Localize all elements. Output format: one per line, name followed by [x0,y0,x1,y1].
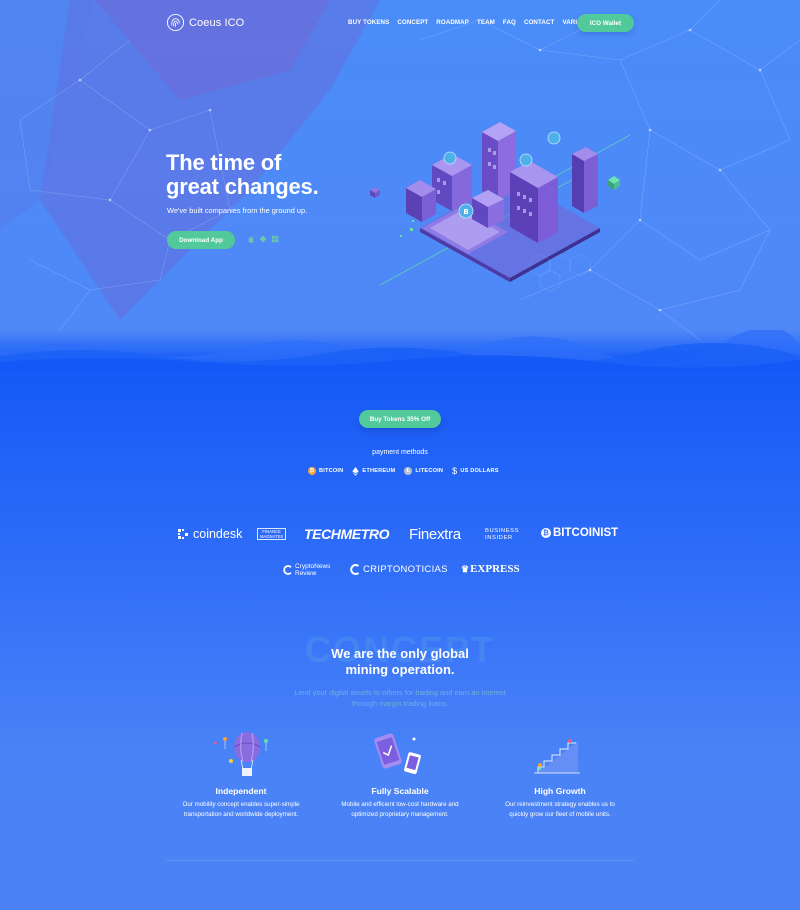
bitcoinist-logo[interactable]: ₿ BITCOINIST [541,527,618,539]
dollar-icon: $ [452,466,458,476]
nav-team[interactable]: TEAM [477,19,495,26]
bitcoin-icon: ₿ [308,467,316,475]
criptonoticias-text: CRIPTONOTICIAS [363,564,448,575]
ethereum-icon [352,466,360,476]
wave-divider [0,330,800,370]
hero-title: The time of great changes. [166,150,319,199]
feature-description: Our mobility concept enables super-simpl… [166,800,316,819]
criptonoticias-icon [350,564,360,575]
express-crest-icon: ♛ [461,563,470,574]
feature-description: Mobile and efficient low-cost hardware a… [325,800,475,819]
cryptonews-line1: CryptoNews [295,563,331,570]
logo[interactable]: Coeus ICO [166,13,244,32]
concept-subtitle-line2: through margin trading loans. [351,699,449,708]
feature-description-line2: optimized proprietary management. [351,810,449,818]
feature-description: Our reinvestment strategy enables us to … [485,800,635,819]
hero-title-line1: The time of [166,150,282,175]
feature-description-line1: Our reinvestment strategy enables us to [505,801,615,808]
feature-description-line2: transportation and worldwide deployment. [183,810,299,818]
hero-title-line2: great changes. [166,174,319,199]
bi-line1: BUSINESS [485,528,520,534]
express-text: EXPRESS [470,563,520,575]
bitcoin-icon: ₿ [541,528,551,538]
payment-label: LITECOIN [415,468,444,474]
coindesk-text: coindesk [193,527,243,541]
svg-text:B: B [463,208,468,216]
balloon-icon [213,732,268,776]
payment-label: BITCOIN [319,468,344,474]
buy-tokens-button[interactable]: Buy Tokens 35% Off [359,410,441,428]
payment-bitcoin: ₿ BITCOIN [308,467,343,475]
isometric-city-illustration: B [370,122,631,293]
finance-magnates-logo[interactable]: FINANCE MAGNATES [257,528,287,540]
bitcoinist-text: BITCOINIST [553,527,619,539]
payment-ethereum: ETHEREUM [352,466,396,476]
magnates-line2: MAGNATES [260,534,284,539]
techmetro-logo[interactable]: TECHMETRO [304,526,389,542]
windows-icon[interactable] [271,235,279,243]
payment-litecoin: Ł LITECOIN [404,467,443,475]
ico-wallet-button[interactable]: ICO Wallet [577,14,634,32]
cryptonews-review-logo[interactable]: CryptoNews Review [283,563,330,577]
cryptonews-text: CryptoNews Review [295,563,330,577]
concept-title-line1: We are the only global [331,646,469,661]
feature-description-line1: Our mobility concept enables super-simpl… [182,801,300,808]
nav-faq[interactable]: FAQ [503,19,516,26]
feature-description-line1: Mobile and efficient low-cost hardware a… [341,801,459,808]
download-app-button[interactable]: Download App [167,231,235,249]
platform-icons [247,235,279,243]
mobile-devices-icon [374,733,421,775]
section-divider [166,860,634,861]
apple-icon[interactable] [247,235,255,243]
payment-us-dollars: $ US DOLLARS [452,466,499,476]
payment-label: US DOLLARS [460,468,499,474]
feature-title: Fully Scalable [371,786,429,796]
nav-buy-tokens[interactable]: BUY TOKENS [348,19,389,26]
feature-title: Independent [215,786,267,796]
concept-title-line2: mining operation. [345,662,455,677]
growth-chart-icon [534,739,580,774]
site-header: Coeus ICO BUY TOKENS CONCEPT ROADMAP TEA… [0,0,800,46]
coindesk-icon [178,529,188,539]
concept-title: We are the only global mining operation. [0,646,800,678]
payment-methods-list: ₿ BITCOIN ETHEREUM Ł LITECOIN $ US DOLLA… [308,466,508,476]
main-nav: BUY TOKENS CONCEPT ROADMAP TEAM FAQ CONT… [348,19,602,26]
bi-line2: INSIDER [485,535,513,541]
litecoin-icon: Ł [404,467,413,475]
android-icon[interactable] [259,235,267,243]
finextra-logo[interactable]: Finextra [409,526,461,543]
payment-methods-title: payment methods [372,449,428,456]
feature-title: High Growth [534,786,586,796]
payment-label: ETHEREUM [362,468,396,474]
fingerprint-logo-icon [166,13,185,32]
nav-roadmap[interactable]: ROADMAP [436,19,469,26]
nav-contact[interactable]: CONTACT [524,19,555,26]
coindesk-logo[interactable]: coindesk [177,527,242,541]
concept-subtitle-line1: Lend your digital assets to others for t… [294,688,506,697]
cryptonews-icon [283,565,292,575]
concept-subtitle: Lend your digital assets to others for t… [0,687,800,709]
express-logo[interactable]: ♛ EXPRESS [461,563,520,575]
feature-description-line2: quickly grow our fleet of mobile units. [509,810,611,818]
cryptonews-line2: Review [295,570,317,577]
hero-subtitle: We've built companies from the ground up… [167,206,308,215]
nav-concept[interactable]: CONCEPT [397,19,428,26]
logo-text: Coeus ICO [189,16,245,29]
business-insider-logo[interactable]: BUSINESS INSIDER [485,528,519,542]
criptonoticias-logo[interactable]: CRIPTONOTICIAS [350,564,448,575]
